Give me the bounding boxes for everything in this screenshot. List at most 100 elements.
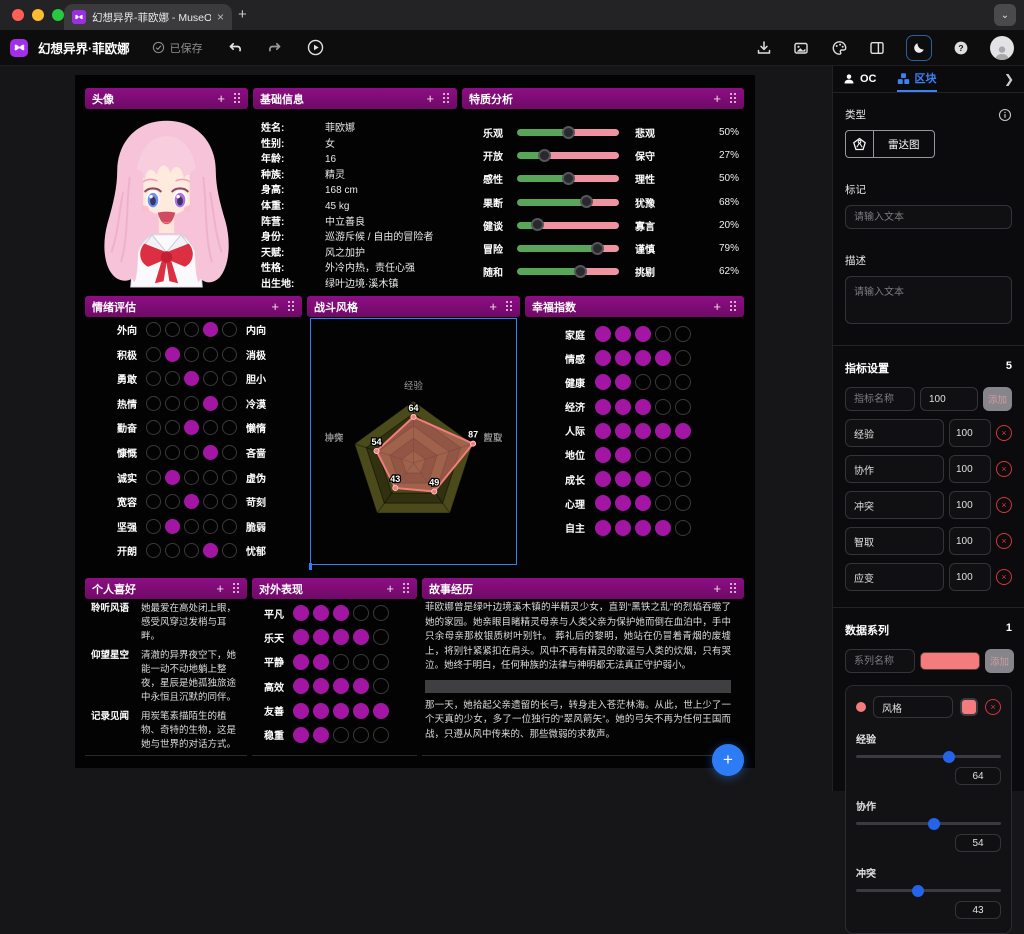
add-block-fab[interactable]: + xyxy=(712,744,744,776)
rating-dot[interactable] xyxy=(595,350,611,366)
rating-dot[interactable] xyxy=(165,519,180,534)
rating-dot[interactable] xyxy=(595,423,611,439)
rating-dot[interactable] xyxy=(203,543,218,558)
series-item-name-input[interactable] xyxy=(873,696,953,718)
rating-dot[interactable] xyxy=(595,399,611,415)
trait-slider[interactable] xyxy=(517,152,619,159)
browser-tab[interactable]: 幻想异界-菲欧娜 - MuseOC × xyxy=(64,4,232,30)
tab-close-icon[interactable]: × xyxy=(217,11,224,23)
rating-dot[interactable] xyxy=(165,494,180,509)
indicator-delete-button[interactable]: × xyxy=(996,461,1012,477)
trait-slider-knob[interactable] xyxy=(591,242,604,255)
rating-dot[interactable] xyxy=(595,374,611,390)
rating-dot[interactable] xyxy=(353,703,369,719)
rating-dot[interactable] xyxy=(203,322,218,337)
rating-dot[interactable] xyxy=(635,423,651,439)
indicator-max-input[interactable] xyxy=(920,387,978,411)
rating-dot[interactable] xyxy=(165,543,180,558)
drag-handle-icon[interactable] xyxy=(730,301,737,312)
export-image-button[interactable] xyxy=(793,40,810,56)
rating-dot[interactable] xyxy=(635,447,651,463)
rating-dot[interactable] xyxy=(184,322,199,337)
series-slider-knob[interactable] xyxy=(943,751,955,763)
rating-dot[interactable] xyxy=(353,654,369,670)
rating-dot[interactable] xyxy=(373,678,389,694)
rating-dot[interactable] xyxy=(184,494,199,509)
add-icon[interactable]: + xyxy=(216,582,224,595)
rating-dot[interactable] xyxy=(184,470,199,485)
rating-dot[interactable] xyxy=(222,445,237,460)
add-icon[interactable]: + xyxy=(426,92,434,105)
rating-dot[interactable] xyxy=(146,494,161,509)
rating-dot[interactable] xyxy=(293,629,309,645)
rating-dot[interactable] xyxy=(635,326,651,342)
add-icon[interactable]: + xyxy=(489,300,497,313)
redo-button[interactable] xyxy=(267,40,283,56)
drag-handle-icon[interactable] xyxy=(288,301,295,312)
rating-dot[interactable] xyxy=(333,727,349,743)
rating-dot[interactable] xyxy=(615,399,631,415)
indicator-delete-button[interactable]: × xyxy=(996,533,1012,549)
rating-dot[interactable] xyxy=(353,727,369,743)
help-button[interactable]: ? xyxy=(953,40,969,56)
rating-dot[interactable] xyxy=(615,326,631,342)
drag-handle-icon[interactable] xyxy=(234,93,241,104)
indicator-delete-button[interactable]: × xyxy=(996,425,1012,441)
trait-slider[interactable] xyxy=(517,268,619,275)
rating-dot[interactable] xyxy=(222,371,237,386)
rating-dot[interactable] xyxy=(313,629,329,645)
series-item-color-swatch[interactable] xyxy=(960,698,978,716)
add-icon[interactable]: + xyxy=(713,300,721,313)
rating-dot[interactable] xyxy=(184,445,199,460)
rating-dot[interactable] xyxy=(222,519,237,534)
new-tab-button[interactable]: + xyxy=(238,6,247,23)
rating-dot[interactable] xyxy=(353,678,369,694)
tab-oc[interactable]: OC xyxy=(843,66,877,92)
rating-dot[interactable] xyxy=(635,350,651,366)
rating-dot[interactable] xyxy=(146,420,161,435)
block-type-control[interactable]: 雷达图 xyxy=(845,130,935,158)
rating-dot[interactable] xyxy=(675,471,691,487)
rating-dot[interactable] xyxy=(203,371,218,386)
rating-dot[interactable] xyxy=(333,629,349,645)
trait-slider[interactable] xyxy=(517,222,619,229)
rating-dot[interactable] xyxy=(655,495,671,511)
indicator-delete-button[interactable]: × xyxy=(996,569,1012,585)
drag-handle-icon[interactable] xyxy=(403,583,410,594)
indicator-name-input[interactable] xyxy=(845,387,915,411)
drag-handle-icon[interactable] xyxy=(730,93,737,104)
rating-dot[interactable] xyxy=(146,470,161,485)
browser-downloads-chevron-icon[interactable]: ⌄ xyxy=(994,4,1016,26)
rating-dot[interactable] xyxy=(615,495,631,511)
rating-dot[interactable] xyxy=(184,420,199,435)
rating-dot[interactable] xyxy=(635,471,651,487)
trait-slider[interactable] xyxy=(517,199,619,206)
rating-dot[interactable] xyxy=(675,350,691,366)
description-textarea[interactable] xyxy=(845,276,1012,324)
rating-dot[interactable] xyxy=(203,494,218,509)
block-header-traits[interactable]: 特质分析 + xyxy=(462,88,744,109)
block-header-avatar[interactable]: 头像 + xyxy=(85,88,248,109)
rating-dot[interactable] xyxy=(222,347,237,362)
rating-dot[interactable] xyxy=(293,654,309,670)
trait-slider[interactable] xyxy=(517,245,619,252)
rating-dot[interactable] xyxy=(635,520,651,536)
series-delete-button[interactable]: × xyxy=(985,699,1001,715)
rating-dot[interactable] xyxy=(313,678,329,694)
rating-dot[interactable] xyxy=(353,605,369,621)
rating-dot[interactable] xyxy=(184,371,199,386)
radar-type-icon[interactable] xyxy=(846,131,874,157)
block-header-preferences[interactable]: 个人喜好 + xyxy=(85,578,247,599)
rating-dot[interactable] xyxy=(313,727,329,743)
rating-dot[interactable] xyxy=(635,399,651,415)
combat-radar-chart[interactable]: 经验协作冲突智取应变6454434987 xyxy=(310,318,517,565)
trait-slider-knob[interactable] xyxy=(580,195,593,208)
rating-dot[interactable] xyxy=(184,519,199,534)
rating-dot[interactable] xyxy=(655,447,671,463)
rating-dot[interactable] xyxy=(655,374,671,390)
rating-dot[interactable] xyxy=(373,654,389,670)
rating-dot[interactable] xyxy=(333,654,349,670)
rating-dot[interactable] xyxy=(595,471,611,487)
trait-slider-knob[interactable] xyxy=(531,218,544,231)
rating-dot[interactable] xyxy=(333,605,349,621)
